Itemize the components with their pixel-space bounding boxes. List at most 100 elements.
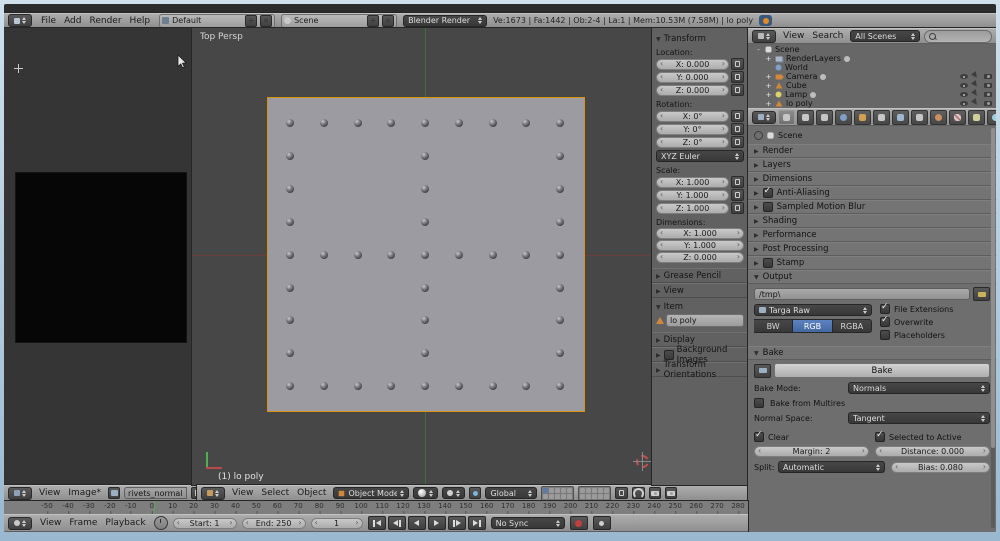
file-format-select[interactable]: Targa Raw [754, 304, 872, 316]
outliner-menu-item[interactable]: View [780, 31, 807, 41]
layer-toggle[interactable] [604, 488, 609, 493]
sync-mode-select[interactable]: No Sync [491, 517, 565, 529]
layer-toggle[interactable] [592, 494, 597, 499]
timeline-menu-item[interactable]: View [37, 518, 64, 528]
layer-toggle[interactable] [567, 488, 572, 493]
clear-checkbox-row[interactable]: Clear [754, 432, 869, 442]
clock-icon[interactable] [154, 516, 168, 530]
properties-tab[interactable] [892, 110, 909, 125]
render-opengl-anim-button[interactable] [665, 487, 677, 499]
layer-toggle[interactable] [598, 488, 603, 493]
snap-toggle-button[interactable] [632, 487, 645, 499]
properties-tab[interactable] [854, 110, 871, 125]
keying-set-button[interactable] [593, 516, 611, 530]
np-panel-header[interactable]: View [652, 283, 748, 298]
add-scene-button[interactable] [367, 15, 379, 27]
outliner-row[interactable]: + RenderLayers [748, 54, 996, 63]
outliner-item-label[interactable]: Lamp [785, 90, 807, 99]
panel-header[interactable]: Performance [748, 228, 996, 242]
expand-toggle[interactable]: + [765, 91, 772, 99]
bake-image-button[interactable] [754, 364, 771, 378]
outliner-item-label[interactable]: Cube [786, 81, 807, 90]
normal-space-select[interactable]: Tangent [848, 412, 990, 424]
baked-image-canvas[interactable] [15, 172, 187, 343]
expand-toggle[interactable]: + [765, 100, 772, 108]
renderability-camera-icon[interactable] [984, 92, 992, 97]
outliner-item-label[interactable]: Camera [786, 72, 817, 81]
lock-icon[interactable] [731, 136, 744, 148]
properties-type-button[interactable] [752, 111, 776, 124]
uv-2d-cursor-icon[interactable] [14, 64, 23, 73]
layer-toggle[interactable] [561, 494, 566, 499]
collapse-icon[interactable] [656, 302, 661, 312]
checkbox[interactable] [880, 330, 890, 340]
panel-checkbox[interactable] [664, 350, 674, 360]
expand-toggle[interactable]: + [765, 73, 772, 81]
properties-tab[interactable] [930, 110, 947, 125]
color-depth-button[interactable]: RGB [793, 319, 832, 333]
panel-header[interactable]: Layers [748, 158, 996, 172]
timeline-menu-item[interactable]: Playback [102, 518, 148, 528]
properties-tab[interactable] [968, 110, 985, 125]
previous-keyframe-button[interactable] [388, 516, 406, 530]
frame-start-field[interactable]: Start: 1 [173, 518, 237, 529]
scrollbar-thumb[interactable] [991, 128, 995, 448]
outliner-row[interactable]: World [748, 63, 996, 72]
uv-image-editor[interactable] [4, 28, 192, 485]
layer-toggle[interactable] [604, 494, 609, 499]
clear-checkbox[interactable] [754, 432, 764, 442]
screen-layout-name[interactable]: Default [172, 16, 242, 25]
bias-slider[interactable]: Bias: 0.080 [891, 462, 990, 473]
uv-menu-item[interactable]: View [36, 488, 63, 498]
panel-header[interactable]: Stamp [748, 256, 996, 270]
viewport-3d[interactable]: Top Persp (1) lo poly [192, 28, 652, 485]
uv-menu-item[interactable]: Image* [65, 488, 104, 498]
info-menu-item[interactable]: File [38, 16, 59, 26]
outliner-row[interactable]: + lo poly [748, 99, 996, 108]
renderability-camera-icon[interactable] [984, 101, 992, 106]
orientation-select[interactable]: Global [485, 487, 537, 499]
properties-tab[interactable] [949, 110, 966, 125]
checkbox-row[interactable]: Placeholders [880, 330, 990, 340]
layer-toggle[interactable] [586, 494, 591, 499]
properties-tab[interactable] [835, 110, 852, 125]
checkbox-row[interactable]: Overwrite [880, 317, 990, 327]
rotation-mode-select[interactable]: XYZ Euler [656, 150, 744, 162]
properties-tab[interactable] [987, 110, 996, 125]
lock-icon[interactable] [731, 71, 744, 83]
timeline-type-button[interactable] [8, 517, 32, 530]
vp-menu-item[interactable]: Select [258, 488, 292, 498]
image-browse-button[interactable] [108, 487, 120, 499]
shading-select[interactable] [413, 487, 438, 499]
vp-menu-item[interactable]: View [229, 488, 256, 498]
lock-icon[interactable] [731, 110, 744, 122]
scene-selector[interactable]: Scene [281, 14, 397, 28]
lock-icon[interactable] [731, 123, 744, 135]
layer-toggle[interactable] [586, 488, 591, 493]
panel-checkbox[interactable] [763, 202, 773, 212]
jump-to-start-button[interactable] [368, 516, 386, 530]
play-button[interactable] [428, 516, 446, 530]
current-frame-marker[interactable] [154, 501, 155, 514]
info-menu-item[interactable]: Add [61, 16, 84, 26]
panel-header[interactable]: Render [748, 144, 996, 158]
next-keyframe-button[interactable] [448, 516, 466, 530]
record-button[interactable] [570, 516, 588, 530]
color-depth-button[interactable]: BW [754, 319, 793, 333]
info-menu-item[interactable]: Help [127, 16, 154, 26]
location-field[interactable]: X: 0.000 [656, 59, 729, 70]
outliner-row[interactable]: + Camera [748, 72, 996, 81]
layer-toggle[interactable] [543, 494, 548, 499]
output-panel-header[interactable]: Output [748, 270, 996, 284]
panel-header[interactable]: Shading [748, 214, 996, 228]
panel-checkbox[interactable] [763, 258, 773, 268]
location-field[interactable]: Y: 0.000 [656, 72, 729, 83]
renderability-camera-icon[interactable] [984, 74, 992, 79]
panel-header[interactable]: Sampled Motion Blur [748, 200, 996, 214]
vp-menu-item[interactable]: Object [294, 488, 329, 498]
layer-toggle[interactable] [561, 488, 566, 493]
layer-toggle[interactable] [580, 488, 585, 493]
bake-button[interactable]: Bake [774, 363, 990, 378]
layer-toggle[interactable] [580, 494, 585, 499]
visibility-eye-icon[interactable] [960, 92, 968, 97]
